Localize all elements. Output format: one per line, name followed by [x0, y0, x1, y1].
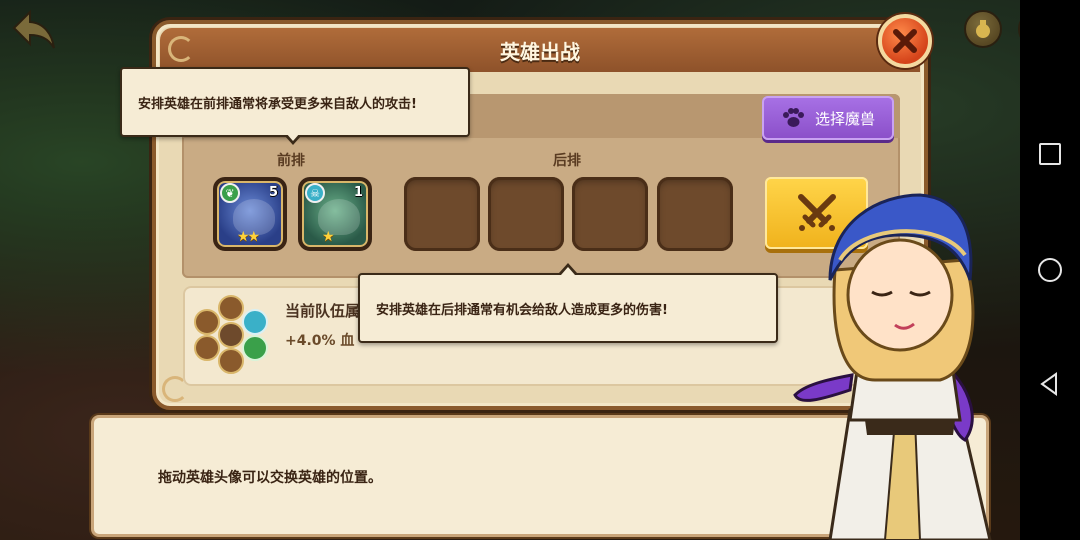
close-button[interactable] [878, 14, 932, 68]
team-element-flower-icon [194, 295, 268, 374]
front-row-tooltip-text: 安排英雄在前排通常将承受更多来自敌人的攻击! [138, 96, 417, 112]
system-nav-bar [1020, 0, 1080, 540]
guide-dialog-text: 拖动英雄头像可以交换英雄的位置。 [158, 470, 382, 486]
hero-stars: ★ [322, 229, 334, 245]
hero-slot-back-1[interactable] [404, 177, 480, 251]
select-beast-button[interactable]: 选择魔兽 [762, 96, 894, 140]
tooltip-pointer [559, 263, 577, 275]
front-row-tooltip: 安排英雄在前排通常将承受更多来自敌人的攻击! [120, 67, 470, 137]
close-icon [893, 29, 917, 53]
guide-character [793, 193, 992, 540]
back-row-tooltip: 安排英雄在后排通常有机会给敌人造成更多的伤害! [358, 273, 778, 343]
home-icon[interactable] [1038, 258, 1062, 282]
select-beast-label: 选择魔兽 [814, 109, 875, 128]
front-row-label: 前排 [277, 153, 305, 169]
team-bonus: +4.0% 血 [285, 333, 355, 349]
hero-level: 1 [353, 185, 363, 200]
panel-title: 英雄出战 [500, 40, 580, 64]
hero-stars: ★★ [237, 229, 260, 245]
hero-slot-back-3[interactable] [572, 177, 648, 251]
hero-slot-back-4[interactable] [657, 177, 733, 251]
system-back-icon[interactable] [1038, 372, 1062, 396]
tooltip-pointer [284, 133, 302, 145]
back-row-tooltip-text: 安排英雄在后排通常有机会给敌人造成更多的伤害! [376, 302, 668, 318]
hero-slot-front-2[interactable]: ☠ 1 ★ [298, 177, 372, 251]
swirl-ornament-icon [168, 36, 194, 62]
hero-level: 5 [268, 185, 278, 200]
hero-slot-front-1[interactable]: ❦ 5 ★★ [213, 177, 287, 251]
paw-icon [782, 108, 804, 127]
bag-icon[interactable] [964, 10, 1002, 48]
nature-element-icon: ❦ [220, 183, 240, 203]
skull-element-icon: ☠ [305, 183, 325, 203]
back-row-label: 后排 [553, 153, 581, 169]
recent-apps-icon[interactable] [1039, 143, 1061, 165]
panel-header: 英雄出战 [160, 28, 920, 72]
team-title: 当前队伍属 [285, 302, 361, 320]
back-arrow-icon[interactable] [10, 8, 58, 52]
hero-slot-back-2[interactable] [488, 177, 564, 251]
